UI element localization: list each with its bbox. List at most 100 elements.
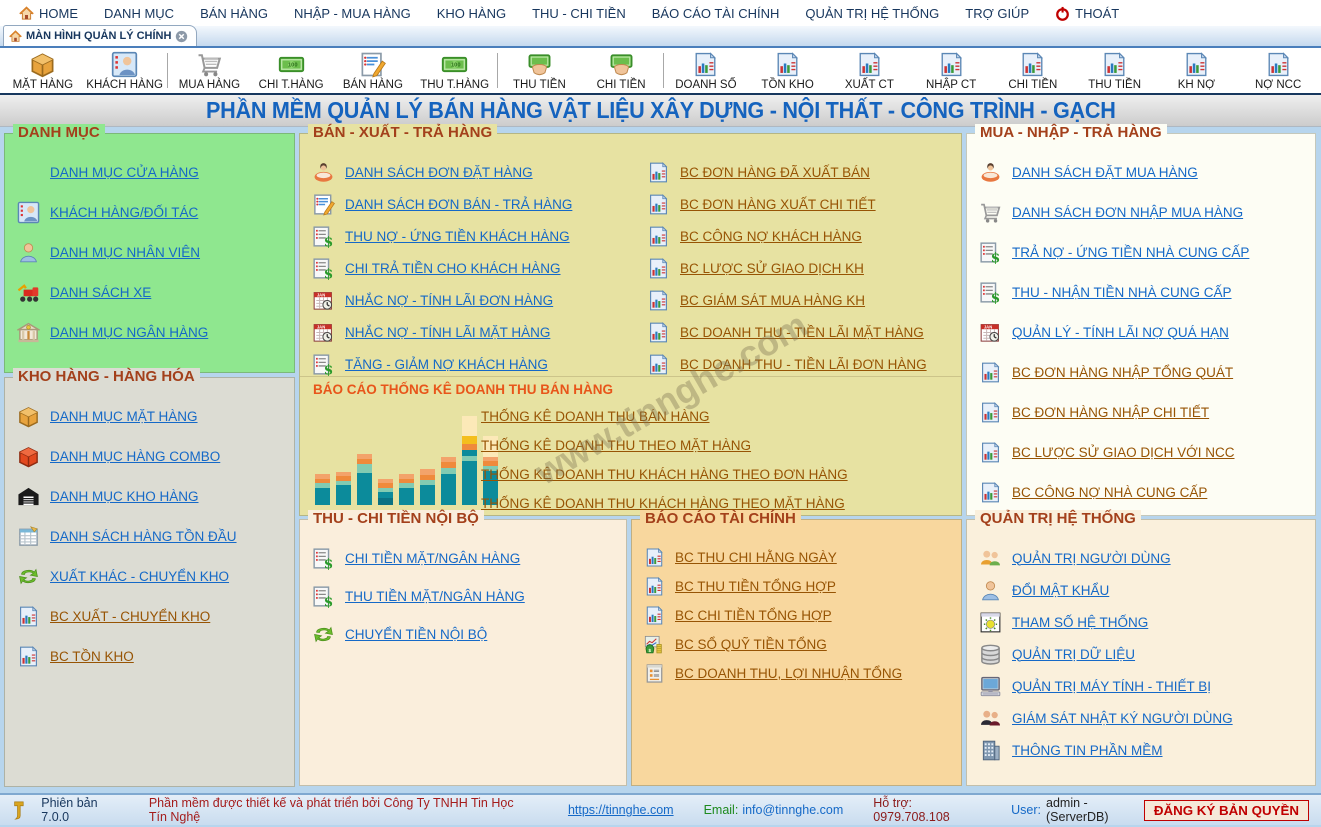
bc-ton-kho-link[interactable]: BC TỒN KHO: [50, 649, 134, 664]
toolbar-button-ton-kho[interactable]: TỒN KHO: [747, 48, 829, 93]
link-row-thu-no-ung-tien-khach-hang[interactable]: $ THU NỢ - ỨNG TIỀN KHÁCH HÀNG: [312, 224, 635, 248]
link-row-tra-no-ung-tien-nha-cung-cap[interactable]: $ TRẢ NỢ - ỨNG TIỀN NHÀ CUNG CẤP: [979, 240, 1315, 264]
toolbar-button-xuat-ct[interactable]: XUẤT CT: [829, 48, 911, 93]
link-row-quan-tri-nguoi-dung[interactable]: QUẢN TRỊ NGƯỜI DÙNG: [979, 546, 1315, 570]
bc-giam-sat-mua-hang-kh-link[interactable]: BC GIÁM SÁT MUA HÀNG KH: [680, 293, 865, 308]
link-row-thong-ke-doanh-thu-khach-hang-theo-don-hang[interactable]: THỐNG KÊ DOANH THU KHÁCH HÀNG THEO ĐƠN H…: [481, 460, 848, 489]
bc-luoc-su-giao-dich-kh-link[interactable]: BC LƯỢC SỬ GIAO DỊCH KH: [680, 261, 864, 276]
quan-tri-nguoi-dung-link[interactable]: QUẢN TRỊ NGƯỜI DÙNG: [1012, 551, 1171, 566]
toolbar-button-nhap-ct[interactable]: NHẬP CT: [910, 48, 992, 93]
link-row-bc-doanh-thu-tien-lai-don-hang[interactable]: BC DOANH THU - TIỀN LÃI ĐƠN HÀNG: [647, 352, 961, 376]
thong-ke-doanh-thu-khach-hang-theo-don-hang-link[interactable]: THỐNG KÊ DOANH THU KHÁCH HÀNG THEO ĐƠN H…: [481, 467, 848, 482]
link-row-danh-muc-hang-combo[interactable]: DANH MỤC HÀNG COMBO: [17, 444, 294, 468]
xuat-khac-chuyen-kho-link[interactable]: XUẤT KHÁC - CHUYỂN KHO: [50, 569, 229, 584]
link-row-danh-muc-cua-hang[interactable]: DANH MỤC CỬA HÀNG: [17, 160, 294, 184]
danh-muc-kho-hang-link[interactable]: DANH MỤC KHO HÀNG: [50, 489, 199, 504]
bc-don-hang-da-xuat-ban-link[interactable]: BC ĐƠN HÀNG ĐÃ XUẤT BÁN: [680, 165, 870, 180]
bc-don-hang-nhap-chi-tiet-link[interactable]: BC ĐƠN HÀNG NHẬP CHI TIẾT: [1012, 405, 1209, 420]
danh-muc-mat-hang-link[interactable]: DANH MỤC MẶT HÀNG: [50, 409, 198, 424]
link-row-nhac-no-tinh-lai-mat-hang[interactable]: JAN NHẮC NỢ - TÍNH LÃI MẶT HÀNG: [312, 320, 635, 344]
thong-ke-doanh-thu-theo-mat-hang-link[interactable]: THỐNG KÊ DOANH THU THEO MẶT HÀNG: [481, 438, 751, 453]
link-row-bc-don-hang-nhap-chi-tiet[interactable]: BC ĐƠN HÀNG NHẬP CHI TIẾT: [979, 400, 1315, 424]
danh-muc-cua-hang-link[interactable]: DANH MỤC CỬA HÀNG: [50, 165, 199, 180]
bc-cong-no-nha-cung-cap-link[interactable]: BC CÔNG NỢ NHÀ CUNG CẤP: [1012, 485, 1207, 500]
link-row-bc-don-hang-xuat-chi-tiet[interactable]: BC ĐƠN HÀNG XUẤT CHI TIẾT: [647, 192, 961, 216]
link-row-quan-tri-du-lieu[interactable]: QUẢN TRỊ DỮ LIỆU: [979, 642, 1315, 666]
doi-mat-khau-link[interactable]: ĐỔI MẬT KHẨU: [1012, 583, 1109, 598]
danh-sach-don-ban-tra-hang-link[interactable]: DANH SÁCH ĐƠN BÁN - TRẢ HÀNG: [345, 197, 572, 212]
link-row-tham-so-he-thong[interactable]: THAM SỐ HỆ THỐNG: [979, 610, 1315, 634]
chuyen-tien-noi-bo-link[interactable]: CHUYỂN TIỀN NỘI BỘ: [345, 627, 487, 642]
bc-thu-chi-hang-ngay-link[interactable]: BC THU CHI HẰNG NGÀY: [675, 550, 837, 565]
menu-item-kho-hang[interactable]: KHO HÀNG: [424, 0, 519, 26]
toolbar-button-no-ncc[interactable]: NỢ NCC: [1237, 48, 1319, 93]
bc-luoc-su-giao-dich-voi-ncc-link[interactable]: BC LƯỢC SỬ GIAO DỊCH VỚI NCC: [1012, 445, 1235, 460]
tab-main-screen[interactable]: MÀN HÌNH QUẢN LÝ CHÍNH: [3, 25, 198, 46]
toolbar-button-khach-hang[interactable]: KHÁCH HÀNG: [84, 48, 166, 93]
quan-ly-tinh-lai-no-qua-han-link[interactable]: QUẢN LÝ - TÍNH LÃI NỢ QUÁ HẠN: [1012, 325, 1229, 340]
toolbar-button-mat-hang[interactable]: MẶT HÀNG: [2, 48, 84, 93]
link-row-bc-doanh-thu-loi-nhuan-tong[interactable]: BC DOANH THU, LỢI NHUẬN TỔNG: [644, 662, 961, 685]
link-row-bc-thu-chi-hang-ngay[interactable]: BC THU CHI HẰNG NGÀY: [644, 546, 961, 569]
link-row-thu-nhan-tien-nha-cung-cap[interactable]: $ THU - NHẬN TIỀN NHÀ CUNG CẤP: [979, 280, 1315, 304]
tra-no-ung-tien-nha-cung-cap-link[interactable]: TRẢ NỢ - ỨNG TIỀN NHÀ CUNG CẤP: [1012, 245, 1249, 260]
bc-chi-tien-tong-hop-link[interactable]: BC CHI TIỀN TỔNG HỢP: [675, 608, 832, 623]
thong-ke-doanh-thu-khach-hang-theo-mat-hang-link[interactable]: THỐNG KÊ DOANH THU KHÁCH HÀNG THEO MẶT H…: [481, 496, 845, 511]
link-row-thong-tin-phan-mem[interactable]: THÔNG TIN PHẦN MỀM: [979, 738, 1315, 762]
bc-doanh-thu-loi-nhuan-tong-link[interactable]: BC DOANH THU, LỢI NHUẬN TỔNG: [675, 666, 902, 681]
link-row-bc-thu-tien-tong-hop[interactable]: BC THU TIỀN TỔNG HỢP: [644, 575, 961, 598]
link-row-khach-hang-doi-tac[interactable]: KHÁCH HÀNG/ĐỐI TÁC: [17, 200, 294, 224]
link-row-bc-ton-kho[interactable]: BC TỒN KHO: [17, 644, 294, 668]
menu-item-danh-muc[interactable]: DANH MỤC: [91, 0, 187, 26]
close-icon[interactable]: [175, 30, 188, 43]
link-row-thong-ke-doanh-thu-theo-mat-hang[interactable]: THỐNG KÊ DOANH THU THEO MẶT HÀNG: [481, 431, 848, 460]
link-row-bc-giam-sat-mua-hang-kh[interactable]: BC GIÁM SÁT MUA HÀNG KH: [647, 288, 961, 312]
link-row-chuyen-tien-noi-bo[interactable]: CHUYỂN TIỀN NỘI BỘ: [312, 622, 626, 646]
link-row-bc-don-hang-nhap-tong-quat[interactable]: BC ĐƠN HÀNG NHẬP TỔNG QUÁT: [979, 360, 1315, 384]
link-row-bc-xuat-chuyen-kho[interactable]: BC XUẤT - CHUYỂN KHO: [17, 604, 294, 628]
toolbar-button-chi-tien-bc[interactable]: CHI TIỀN: [992, 48, 1074, 93]
link-row-bc-so-quy-tien-tong[interactable]: $ BC SỔ QUỸ TIỀN TỔNG: [644, 633, 961, 656]
danh-sach-don-nhap-mua-hang-link[interactable]: DANH SÁCH ĐƠN NHẬP MUA HÀNG: [1012, 205, 1243, 220]
quan-tri-may-tinh-thiet-bi-link[interactable]: QUẢN TRỊ MÁY TÍNH - THIẾT BỊ: [1012, 679, 1211, 694]
toolbar-button-thu-tien-bc[interactable]: THU TIỀN: [1074, 48, 1156, 93]
bc-cong-no-khach-hang-link[interactable]: BC CÔNG NỢ KHÁCH HÀNG: [680, 229, 862, 244]
bc-don-hang-nhap-tong-quat-link[interactable]: BC ĐƠN HÀNG NHẬP TỔNG QUÁT: [1012, 365, 1233, 380]
toolbar-button-doanh-so[interactable]: DOANH SỐ: [665, 48, 747, 93]
link-row-bc-don-hang-da-xuat-ban[interactable]: BC ĐƠN HÀNG ĐÃ XUẤT BÁN: [647, 160, 961, 184]
link-row-danh-sach-don-ban-tra-hang[interactable]: DANH SÁCH ĐƠN BÁN - TRẢ HÀNG: [312, 192, 635, 216]
bc-doanh-thu-tien-lai-mat-hang-link[interactable]: BC DOANH THU - TIỀN LÃI MẶT HÀNG: [680, 325, 924, 340]
thu-tien-mat-ngan-hang-link[interactable]: THU TIỀN MẶT/NGÂN HÀNG: [345, 589, 525, 604]
bc-thu-tien-tong-hop-link[interactable]: BC THU TIỀN TỔNG HỢP: [675, 579, 836, 594]
chi-tra-tien-cho-khach-hang-link[interactable]: CHI TRẢ TIỀN CHO KHÁCH HÀNG: [345, 261, 561, 276]
danh-muc-hang-combo-link[interactable]: DANH MỤC HÀNG COMBO: [50, 449, 220, 464]
link-row-thong-ke-doanh-thu-ban-hang[interactable]: THỐNG KÊ DOANH THU BÁN HÀNG: [481, 402, 848, 431]
link-row-quan-tri-may-tinh-thiet-bi[interactable]: QUẢN TRỊ MÁY TÍNH - THIẾT BỊ: [979, 674, 1315, 698]
danh-sach-don-dat-hang-link[interactable]: DANH SÁCH ĐƠN ĐẶT HÀNG: [345, 165, 533, 180]
tang-giam-no-khach-hang-link[interactable]: TĂNG - GIẢM NỢ KHÁCH HÀNG: [345, 357, 548, 372]
thong-tin-phan-mem-link[interactable]: THÔNG TIN PHẦN MỀM: [1012, 743, 1163, 758]
link-row-giam-sat-nhat-ky-nguoi-dung[interactable]: GIÁM SÁT NHẬT KÝ NGƯỜI DÙNG: [979, 706, 1315, 730]
link-row-bc-cong-no-khach-hang[interactable]: BC CÔNG NỢ KHÁCH HÀNG: [647, 224, 961, 248]
email-link[interactable]: info@tinnghe.com: [742, 803, 843, 817]
toolbar-button-ban-hang[interactable]: BÁN HÀNG: [332, 48, 414, 93]
link-row-thu-tien-mat-ngan-hang[interactable]: $ THU TIỀN MẶT/NGÂN HÀNG: [312, 584, 626, 608]
link-row-danh-muc-ngan-hang[interactable]: DANH MỤC NGÂN HÀNG: [17, 320, 294, 344]
toolbar-button-thu-tien[interactable]: THU TIỀN: [499, 48, 581, 93]
danh-muc-nhan-vien-link[interactable]: DANH MỤC NHÂN VIÊN: [50, 245, 200, 260]
menu-item-thoat[interactable]: THOÁT: [1042, 0, 1132, 26]
menu-item-tro-giup[interactable]: TRỢ GIÚP: [952, 0, 1042, 26]
link-row-doi-mat-khau[interactable]: ĐỔI MẬT KHẨU: [979, 578, 1315, 602]
menu-item-nhap-mua-hang[interactable]: NHẬP - MUA HÀNG: [281, 0, 424, 26]
toolbar-button-mua-hang[interactable]: MUA HÀNG: [169, 48, 251, 93]
menu-item-ban-hang[interactable]: BÁN HÀNG: [187, 0, 281, 26]
link-row-danh-muc-mat-hang[interactable]: DANH MỤC MẶT HÀNG: [17, 404, 294, 428]
bc-don-hang-xuat-chi-tiet-link[interactable]: BC ĐƠN HÀNG XUẤT CHI TIẾT: [680, 197, 876, 212]
chi-tien-mat-ngan-hang-link[interactable]: CHI TIỀN MẶT/NGÂN HÀNG: [345, 551, 520, 566]
toolbar-button-kh-no[interactable]: KH NỢ: [1156, 48, 1238, 93]
nhac-no-tinh-lai-mat-hang-link[interactable]: NHẮC NỢ - TÍNH LÃI MẶT HÀNG: [345, 325, 550, 340]
danh-sach-dat-mua-hang-link[interactable]: DANH SÁCH ĐẶT MUA HÀNG: [1012, 165, 1198, 180]
menu-item-bao-cao-tai-chinh[interactable]: BÁO CÁO TÀI CHÍNH: [639, 0, 793, 26]
khach-hang-doi-tac-link[interactable]: KHÁCH HÀNG/ĐỐI TÁC: [50, 205, 198, 220]
link-row-bc-cong-no-nha-cung-cap[interactable]: BC CÔNG NỢ NHÀ CUNG CẤP: [979, 480, 1315, 504]
